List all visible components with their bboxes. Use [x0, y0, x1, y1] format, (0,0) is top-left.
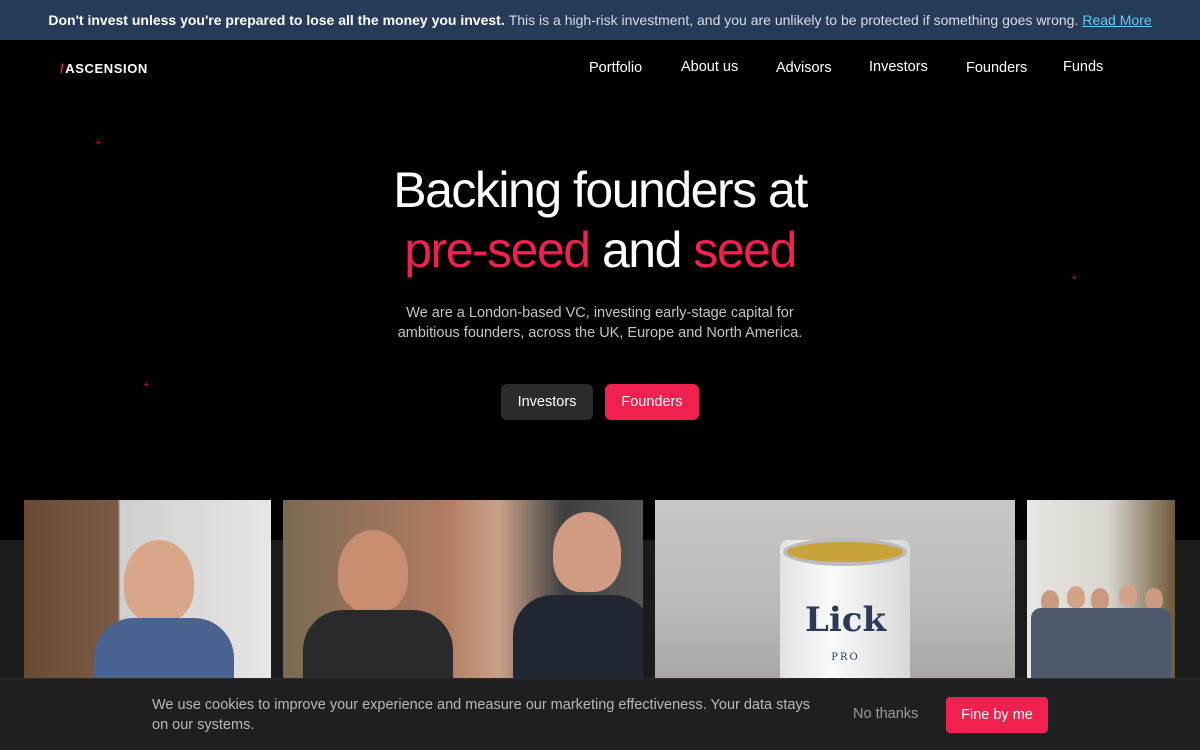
ascension-logo[interactable]: /ASCENSION [60, 61, 148, 76]
nav-item-about-us[interactable]: About us [681, 59, 738, 75]
no-thanks-button[interactable]: No thanks [853, 706, 918, 722]
nav-item-advisors[interactable]: Advisors [776, 60, 832, 76]
fine-by-me-button[interactable]: Fine by me [946, 697, 1048, 733]
investors-button[interactable]: Investors [501, 384, 593, 420]
hero-heading-and: and [601, 222, 682, 278]
nav-item-portfolio[interactable]: Portfolio [589, 60, 642, 76]
read-more-link[interactable]: Read More [1082, 12, 1151, 28]
cookie-consent-bar: We use cookies to improve your experienc… [0, 678, 1200, 750]
decorative-plus-icon: + [95, 137, 102, 149]
person-shirt [303, 610, 453, 678]
gallery-photo-team [1027, 500, 1175, 678]
risk-warning-bold: Don't invest unless you're prepared to l… [48, 12, 505, 28]
person-shirt [513, 595, 643, 678]
cookie-consent-text: We use cookies to improve your experienc… [152, 697, 810, 733]
gallery-photo-partners [283, 500, 643, 678]
hero-heading-seed: seed [693, 222, 797, 278]
gallery-photo-lick-paint: Lick PRO [655, 500, 1015, 678]
gallery-photo-founder [24, 500, 271, 678]
person-shirt [94, 618, 234, 678]
person-face [1145, 588, 1163, 610]
team-group [1031, 608, 1171, 678]
person-face [1091, 588, 1109, 610]
nav-item-investors[interactable]: Investors [869, 59, 928, 75]
nav-item-founders[interactable]: Founders [966, 60, 1027, 76]
hero-subtitle: We are a London-based VC, investing earl… [397, 305, 803, 341]
founders-button[interactable]: Founders [605, 384, 699, 420]
nav-item-funds[interactable]: Funds [1063, 59, 1103, 75]
person-face [338, 530, 408, 612]
decorative-plus-icon: + [143, 379, 150, 391]
person-face [124, 540, 194, 622]
risk-warning-text: This is a high-risk investment, and you … [508, 12, 1079, 28]
hero-heading-line1: Backing founders at [393, 162, 808, 218]
paint-can-lid [783, 538, 907, 566]
hero-heading: Backing founders at pre-seed and seed [0, 160, 1200, 280]
paint-can-sub: PRO [831, 652, 860, 663]
risk-warning-banner: Don't invest unless you're prepared to l… [0, 0, 1200, 40]
person-face [1119, 584, 1137, 606]
hero-heading-pre-seed: pre-seed [404, 222, 591, 278]
site-header: /ASCENSION Portfolio About us Advisors I… [0, 40, 1200, 96]
person-face [553, 512, 621, 592]
person-face [1067, 586, 1085, 608]
paint-can-logo: Lick [804, 600, 887, 640]
